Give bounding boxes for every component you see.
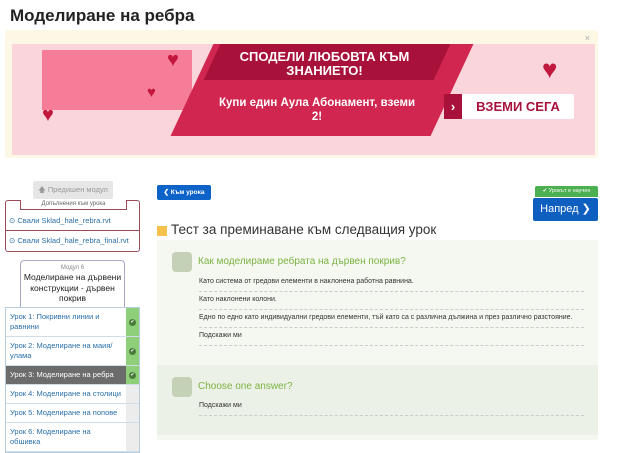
- close-icon[interactable]: ×: [585, 33, 590, 43]
- lesson-learned-badge[interactable]: ✔ Урокът е научен: [535, 186, 598, 197]
- question-number-icon: [172, 252, 192, 272]
- download-link[interactable]: ⊙ Свали Sklad_hale_rebra.rvt: [6, 212, 139, 231]
- question-block: Choose one answer? Подскажи ми: [157, 365, 598, 435]
- answer-option[interactable]: Като наклонени колони.: [199, 293, 584, 310]
- lesson-label: Урок 6: Моделиране на обшивка: [10, 427, 91, 446]
- cta-label: ВЗЕМИ СЕГА: [476, 99, 560, 114]
- heart-icon: ♥: [542, 54, 558, 84]
- lesson-label: Урок 1: Покривни линии и равнини: [10, 312, 100, 331]
- lesson-label: Урок 2: Моделиране на маия/ улама: [10, 341, 113, 360]
- lesson-label: Урок 4: Моделиране на столици: [10, 389, 121, 398]
- get-now-button[interactable]: › ВЗЕМИ СЕГА: [444, 94, 574, 119]
- hint-link[interactable]: Подскажи ми: [199, 399, 584, 416]
- lesson-supplements: Допълнения към урока ⊙ Свали Sklad_hale_…: [5, 200, 140, 252]
- page-title: Моделиране на ребра: [10, 6, 195, 25]
- module-number: Модул 6: [60, 265, 85, 271]
- promo-headline: СПОДЕЛИ ЛЮБОВТА КЪМ ЗНАНИЕТО!: [239, 49, 410, 78]
- lesson-item-active[interactable]: Урок 3: Моделиране на ребра ✔: [6, 366, 139, 385]
- heart-icon: ♥: [42, 104, 54, 126]
- promo-image[interactable]: ♥ ♥ ♥ ♥ СПОДЕЛИ ЛЮБОВТА КЪМ ЗНАНИЕТО! Ку…: [12, 44, 595, 155]
- module-title: Моделиране на дървени конструкции - дърв…: [23, 272, 122, 303]
- lesson-item[interactable]: Урок 5: Моделиране на попове: [6, 404, 139, 423]
- question-block: Как моделираме ребрата на дървен покрив?…: [157, 240, 598, 365]
- check-icon: ✔: [129, 318, 136, 326]
- lesson-item[interactable]: Урок 1: Покривни линии и равнини ✔: [6, 308, 139, 337]
- test-heading: Тест за преминаване към следващия урок: [171, 222, 437, 237]
- lesson-label: Урок 5: Моделиране на попове: [10, 408, 118, 417]
- promo-offer: Купи един Аула Абонамент, вземи 2!: [218, 97, 416, 123]
- module-card: Модул 6 Моделиране на дървени конструкци…: [20, 260, 125, 308]
- hint-link[interactable]: Подскажи ми: [199, 329, 584, 346]
- heart-icon: ♥: [167, 49, 179, 71]
- download-label: Свали Sklad_hale_rebra_final.rvt: [17, 236, 129, 245]
- lesson-label: Урок 3: Моделиране на ребра: [10, 370, 114, 379]
- lesson-item[interactable]: Урок 2: Моделиране на маия/ улама ✔: [6, 337, 139, 366]
- answer-option[interactable]: Едно по едно като индивидуални гредови е…: [199, 311, 584, 328]
- download-link[interactable]: ⊙ Свали Sklad_hale_rebra_final.rvt: [6, 232, 139, 249]
- check-icon: ✔: [129, 371, 136, 379]
- answer-option[interactable]: Като система от гредови елементи в накло…: [199, 275, 584, 292]
- lesson-item[interactable]: Урок 6: Моделиране на обшивка: [6, 423, 139, 452]
- download-label: Свали Sklad_hale_rebra.rvt: [17, 216, 111, 225]
- question-text: Choose one answer?: [198, 381, 293, 392]
- chevron-right-icon: ›: [444, 94, 462, 119]
- promo-banner: × ♥ ♥ ♥ ♥ СПОДЕЛИ ЛЮБОВТА КЪМ ЗНАНИЕТО! …: [5, 30, 598, 158]
- quiz-panel: Как моделираме ребрата на дървен покрив?…: [157, 240, 598, 440]
- lesson-list: Урок 1: Покривни линии и равнини ✔ Урок 2…: [5, 307, 140, 453]
- heading-marker-icon: [157, 226, 167, 236]
- previous-module-button[interactable]: 🡅 Предишен модул: [33, 181, 113, 199]
- question-number-icon: [172, 377, 192, 397]
- supplements-label: Допълнения към урока: [20, 200, 127, 210]
- next-button[interactable]: Напред ❯: [533, 198, 598, 221]
- heart-icon: ♥: [147, 84, 156, 101]
- check-icon: ✔: [129, 347, 136, 355]
- lesson-item[interactable]: Урок 4: Моделиране на столици: [6, 385, 139, 404]
- question-text: Как моделираме ребрата на дървен покрив?: [198, 256, 406, 267]
- back-to-lesson-button[interactable]: ❮ Към урока: [157, 185, 211, 200]
